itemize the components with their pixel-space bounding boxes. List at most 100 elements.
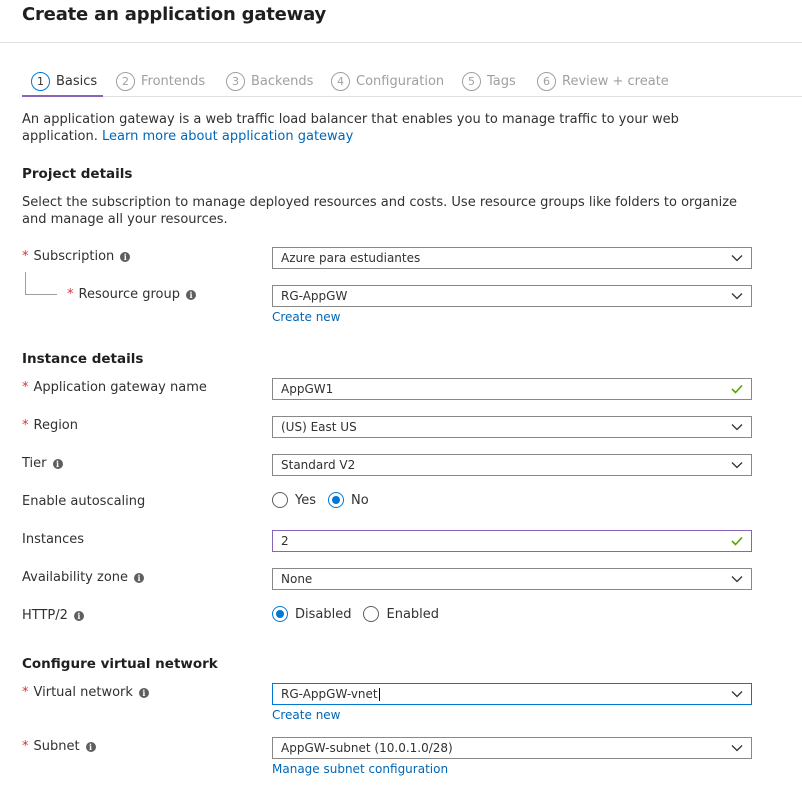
- gateway-name-input[interactable]: AppGW1: [272, 378, 752, 400]
- tab-frontends[interactable]: 2 Frontends: [116, 70, 205, 92]
- step-number: 5: [462, 71, 481, 91]
- instances-label: Instances: [22, 532, 84, 547]
- tab-label: Frontends: [141, 73, 206, 89]
- tab-configuration[interactable]: 4 Configuration: [331, 70, 444, 92]
- tabs-divider: [22, 96, 802, 97]
- gateway-name-label-text: Application gateway name: [33, 380, 207, 395]
- availability-zone-label-text: Availability zone: [22, 570, 129, 585]
- tree-connector: [25, 272, 26, 294]
- radio-circle-selected: [328, 492, 344, 508]
- chevron-down-icon: [723, 286, 751, 306]
- info-icon[interactable]: i: [52, 458, 63, 469]
- tab-label: Backends: [251, 73, 314, 89]
- subscription-dropdown[interactable]: Azure para estudiantes: [272, 247, 752, 269]
- instances-label-text: Instances: [22, 532, 85, 547]
- chevron-down-icon: [723, 569, 751, 589]
- radio-label: Yes: [295, 492, 316, 508]
- step-number: 2: [116, 71, 135, 91]
- required-marker: *: [67, 287, 74, 302]
- region-value: (US) East US: [281, 420, 357, 434]
- instances-value: 2: [281, 534, 289, 548]
- required-marker: *: [22, 249, 29, 264]
- chevron-down-icon: [723, 248, 751, 268]
- subnet-label-text: Subnet: [33, 739, 80, 754]
- checkmark-icon: [723, 531, 751, 551]
- manage-subnet-link[interactable]: Manage subnet configuration: [272, 762, 448, 776]
- autoscaling-no-radio[interactable]: No: [328, 492, 369, 508]
- region-dropdown[interactable]: (US) East US: [272, 416, 752, 438]
- chevron-down-icon: [723, 455, 751, 475]
- radio-circle: [363, 606, 380, 622]
- instances-input[interactable]: 2: [272, 530, 752, 552]
- tier-label: Tier i: [22, 456, 63, 471]
- text-caret: [378, 688, 380, 701]
- chevron-down-icon: [723, 684, 751, 704]
- tier-value: Standard V2: [281, 458, 356, 472]
- required-marker: *: [22, 685, 29, 700]
- subnet-dropdown[interactable]: AppGW-subnet (10.0.1.0/28): [272, 737, 752, 759]
- resource-group-value: RG-AppGW: [281, 289, 348, 303]
- virtual-network-label-text: Virtual network: [33, 685, 133, 700]
- virtual-network-value: RG-AppGW-vnet: [281, 687, 380, 701]
- section-project-details: Project details: [22, 166, 133, 182]
- subscription-label: * Subscription i: [22, 249, 131, 264]
- gateway-name-value: AppGW1: [281, 382, 334, 396]
- http2-label: HTTP/2 i: [22, 608, 84, 623]
- create-new-vnet-link[interactable]: Create new: [272, 708, 341, 722]
- active-tab-indicator: [22, 95, 103, 97]
- chevron-down-icon: [723, 738, 751, 758]
- project-description: Select the subscription to manage deploy…: [22, 195, 738, 227]
- create-new-resource-group-link[interactable]: Create new: [272, 310, 341, 324]
- info-icon[interactable]: i: [138, 687, 149, 698]
- http2-enabled-radio[interactable]: Enabled: [363, 606, 439, 622]
- step-number: 4: [331, 71, 350, 91]
- checkmark-icon: [723, 379, 751, 399]
- http2-disabled-radio[interactable]: Disabled: [272, 606, 351, 622]
- availability-zone-value: None: [281, 572, 313, 586]
- radio-circle: [272, 492, 288, 508]
- chevron-down-icon: [723, 417, 751, 437]
- availability-zone-label: Availability zone i: [22, 570, 145, 585]
- subnet-value: AppGW-subnet (10.0.1.0/28): [281, 741, 453, 755]
- info-icon[interactable]: i: [85, 741, 96, 752]
- virtual-network-dropdown[interactable]: RG-AppGW-vnet: [272, 683, 752, 705]
- availability-zone-dropdown[interactable]: None: [272, 568, 752, 590]
- step-number: 1: [31, 71, 50, 91]
- tier-dropdown[interactable]: Standard V2: [272, 454, 752, 476]
- tab-tags[interactable]: 5 Tags: [462, 70, 516, 92]
- http2-label-text: HTTP/2: [22, 608, 68, 623]
- resource-group-label-text: Resource group: [78, 287, 181, 302]
- page-title: Create an application gateway: [22, 4, 327, 25]
- header-divider: [0, 42, 802, 43]
- intro-paragraph: An application gateway is a web traffic …: [22, 111, 757, 145]
- gateway-name-label: * Application gateway name: [22, 380, 207, 395]
- tab-review-create[interactable]: 6 Review + create: [537, 70, 669, 92]
- tab-label: Review + create: [562, 73, 669, 89]
- subnet-label: * Subnet i: [22, 739, 96, 754]
- autoscaling-label: Enable autoscaling: [22, 494, 145, 509]
- info-icon[interactable]: i: [73, 610, 84, 621]
- section-instance-details: Instance details: [22, 351, 144, 367]
- tab-label: Basics: [56, 73, 98, 89]
- required-marker: *: [22, 739, 29, 754]
- tab-label: Tags: [487, 73, 516, 89]
- virtual-network-label: * Virtual network i: [22, 685, 149, 700]
- autoscaling-yes-radio[interactable]: Yes: [272, 492, 316, 508]
- tree-connector: [25, 294, 57, 295]
- required-marker: *: [22, 380, 29, 395]
- autoscaling-radio-group: Yes No: [272, 492, 381, 508]
- info-icon[interactable]: i: [134, 572, 145, 583]
- tab-basics[interactable]: 1 Basics: [31, 70, 97, 92]
- radio-label: No: [351, 492, 369, 508]
- radio-circle-selected: [272, 606, 288, 622]
- subscription-label-text: Subscription: [33, 249, 115, 264]
- learn-more-link[interactable]: Learn more about application gateway: [102, 129, 353, 144]
- info-icon[interactable]: i: [186, 289, 197, 300]
- tab-label: Configuration: [356, 73, 445, 89]
- autoscaling-label-text: Enable autoscaling: [22, 494, 146, 509]
- tab-backends[interactable]: 3 Backends: [226, 70, 313, 92]
- section-virtual-network: Configure virtual network: [22, 656, 218, 672]
- resource-group-dropdown[interactable]: RG-AppGW: [272, 285, 752, 307]
- info-icon[interactable]: i: [120, 251, 131, 262]
- step-number: 3: [226, 71, 245, 91]
